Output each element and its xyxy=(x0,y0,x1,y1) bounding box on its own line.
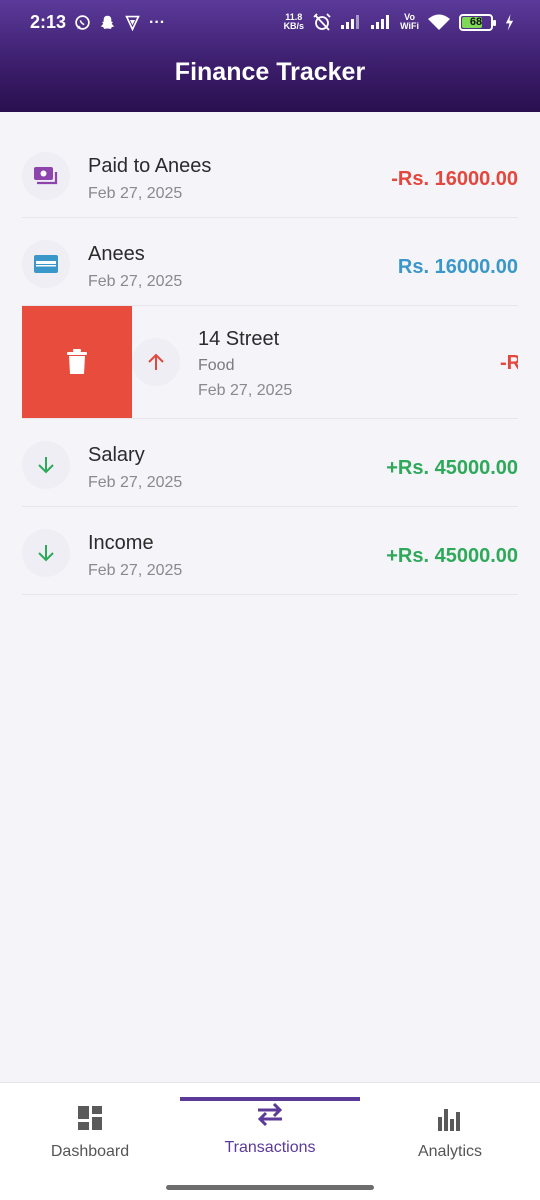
transaction-icon-container xyxy=(22,240,70,288)
transaction-date: Feb 27, 2025 xyxy=(88,474,183,491)
transaction-row[interactable]: Salary Feb 27, 2025 +Rs. 45000.00 xyxy=(22,419,518,507)
transaction-row[interactable]: Paid to Anees Feb 27, 2025 -Rs. 16000.00 xyxy=(22,130,518,218)
transaction-date: Feb 27, 2025 xyxy=(198,382,293,399)
transaction-title: Anees xyxy=(88,243,145,265)
transaction-amount: Rs. 16000.00 xyxy=(397,256,518,278)
signal-icon-sim2 xyxy=(371,15,390,29)
trash-icon xyxy=(67,349,87,374)
status-bar: 2:13 ··· 11.8 KB/s Vo WiFi 68 xyxy=(0,0,540,48)
vpn-shield-icon xyxy=(125,15,140,31)
transaction-row[interactable]: Anees Feb 27, 2025 Rs. 16000.00 xyxy=(22,218,518,306)
delete-button[interactable] xyxy=(22,306,132,418)
snapchat-icon xyxy=(100,15,115,29)
more-notifications-dots: ··· xyxy=(149,13,166,31)
dashboard-icon xyxy=(78,1106,102,1130)
transaction-icon-container xyxy=(22,441,70,489)
nav-label: Analytics xyxy=(417,1143,483,1160)
bar-chart-icon xyxy=(438,1109,460,1131)
nav-label: Transactions xyxy=(224,1139,316,1156)
transaction-title: 14 Street xyxy=(198,328,280,350)
whatsapp-icon xyxy=(75,15,90,30)
arrow-down-icon xyxy=(38,457,54,474)
transactions-list: Paid to Anees Feb 27, 2025 -Rs. 16000.00… xyxy=(0,130,540,595)
wifi-icon xyxy=(428,14,450,30)
alarm-off-icon xyxy=(313,13,331,31)
cash-icon xyxy=(34,167,58,185)
transaction-date: Feb 27, 2025 xyxy=(88,185,183,202)
transaction-row[interactable]: Income Feb 27, 2025 +Rs. 45000.00 xyxy=(22,507,518,595)
credit-card-icon xyxy=(34,255,58,273)
transaction-date: Feb 27, 2025 xyxy=(88,273,183,290)
signal-icon-sim1 xyxy=(341,15,360,29)
arrow-up-icon xyxy=(148,353,164,370)
arrow-down-icon xyxy=(38,545,54,562)
transaction-icon-container xyxy=(132,338,180,386)
vowifi-indicator: Vo WiFi xyxy=(400,12,419,31)
transaction-icon-container xyxy=(22,152,70,200)
transaction-title: Salary xyxy=(88,444,145,466)
transaction-category: Food xyxy=(198,357,235,374)
battery-indicator: 68 xyxy=(459,13,496,31)
page-title: Finance Tracker xyxy=(174,58,366,86)
nav-label: Dashboard xyxy=(50,1143,130,1160)
transaction-amount: -Rs. 16000.00 xyxy=(391,168,518,190)
bottom-navigation: Dashboard Transactions Analytics xyxy=(0,1082,540,1200)
transaction-date: Feb 27, 2025 xyxy=(88,562,183,579)
charging-bolt-icon xyxy=(505,13,514,31)
status-time: 2:13 xyxy=(30,12,67,32)
transaction-amount: +Rs. 45000.00 xyxy=(386,457,518,479)
transaction-title: Income xyxy=(88,532,154,554)
network-speed: 11.8 KB/s xyxy=(283,12,305,31)
nav-dashboard[interactable]: Dashboard xyxy=(0,1083,180,1183)
transaction-row-swiped[interactable]: 14 Street Food Feb 27, 2025 -R xyxy=(22,306,518,419)
transaction-title: Paid to Anees xyxy=(88,155,212,177)
home-indicator[interactable] xyxy=(166,1185,374,1190)
transaction-icon-container xyxy=(22,529,70,577)
nav-analytics[interactable]: Analytics xyxy=(360,1083,540,1183)
transaction-amount: -R xyxy=(500,352,518,374)
nav-transactions[interactable]: Transactions xyxy=(180,1083,360,1183)
swap-arrows-icon xyxy=(257,1102,283,1127)
transaction-amount: +Rs. 45000.00 xyxy=(386,545,518,567)
app-header: 2:13 ··· 11.8 KB/s Vo WiFi 68 Finance Tr… xyxy=(0,0,540,112)
